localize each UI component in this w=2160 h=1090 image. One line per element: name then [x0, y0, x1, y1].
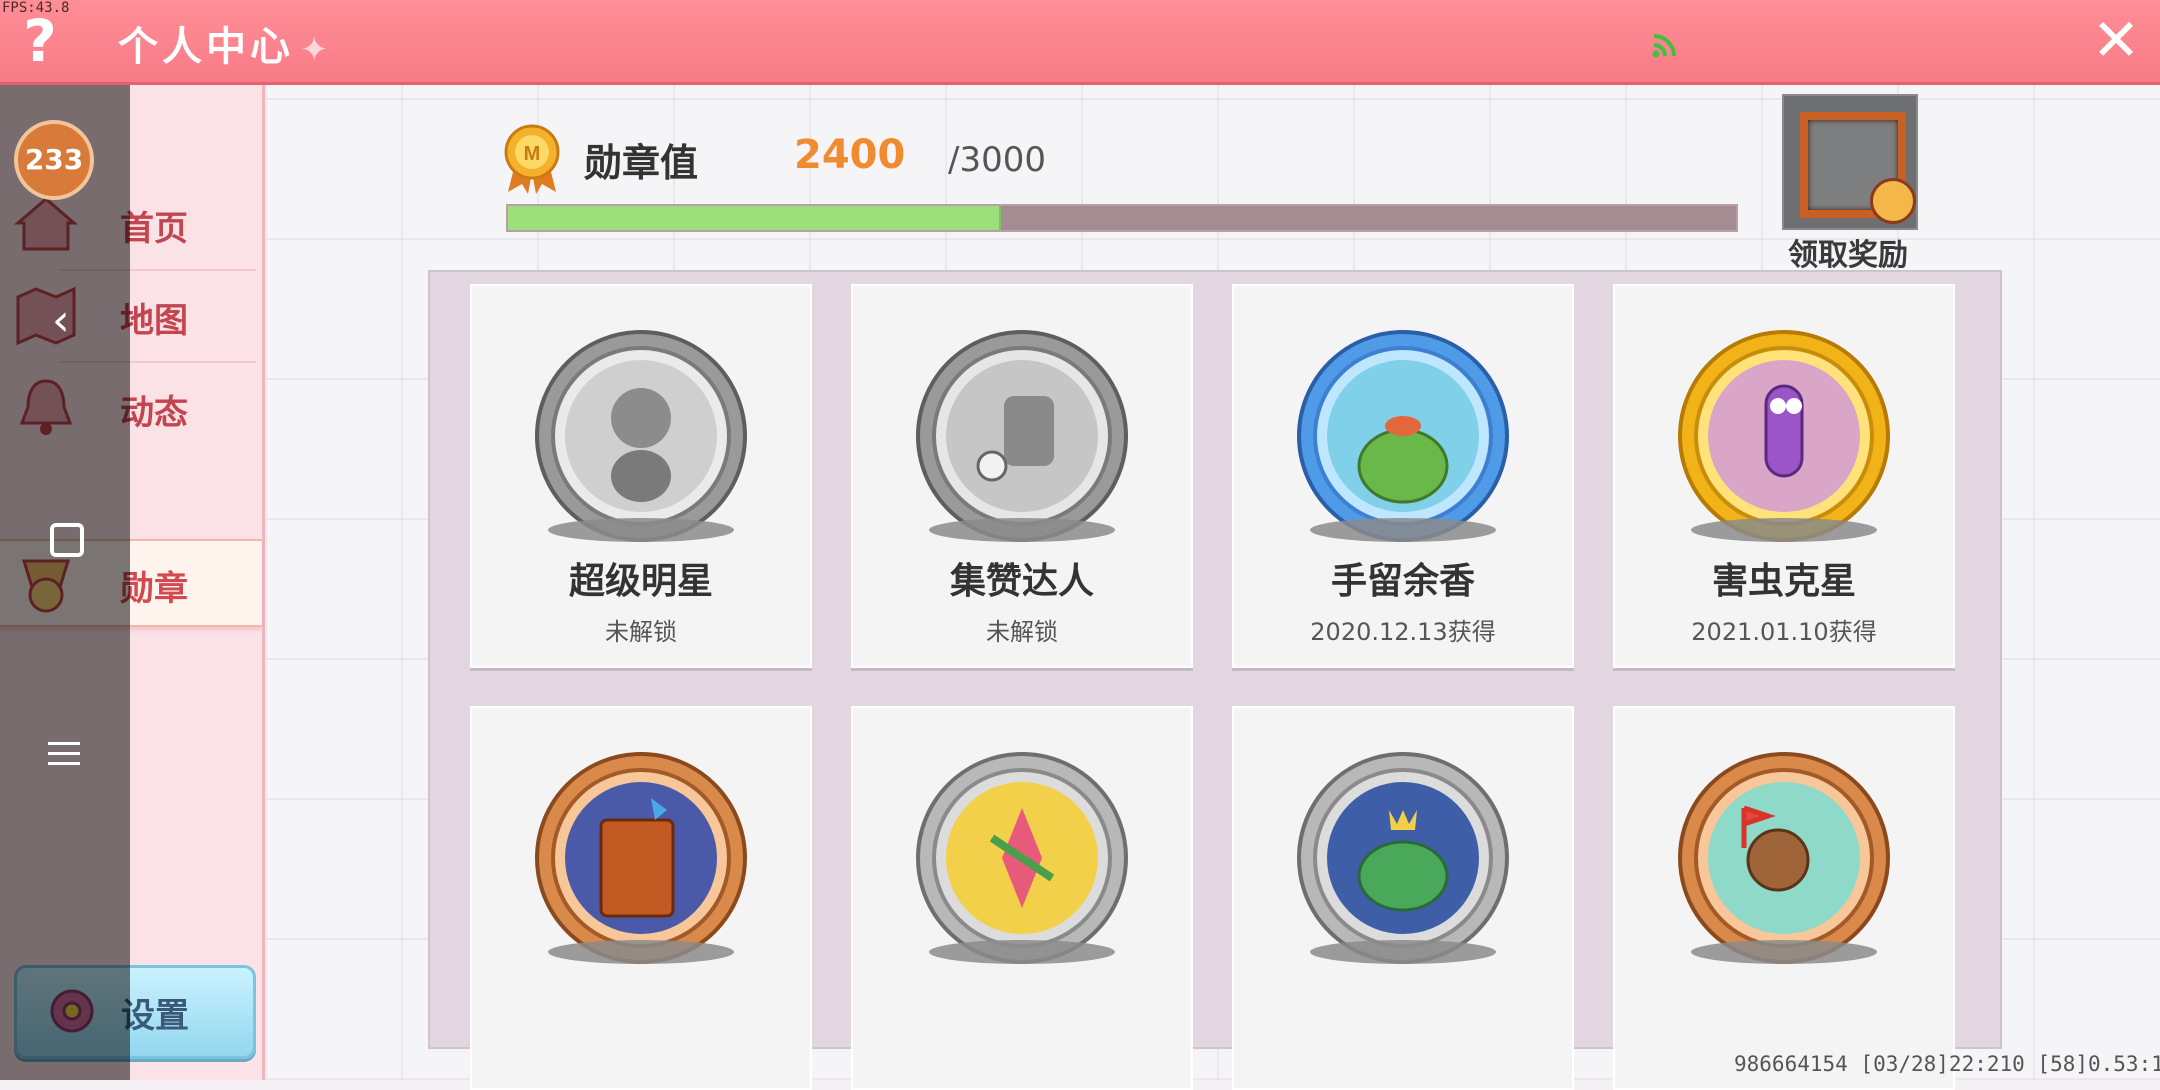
medal-value-label: 勋章值	[584, 141, 699, 185]
badge-name: 手留余香	[1330, 561, 1475, 602]
badge-shadow	[929, 940, 1115, 964]
medal-value-icon: M	[504, 124, 560, 194]
home-nav-icon[interactable]	[50, 523, 84, 557]
badge-medal-icon	[535, 330, 747, 542]
medal-progress-fill	[508, 206, 1002, 230]
badge-grid: 超级明星 未解锁 集赞达人 未解锁 手留余香 2020.12.13获得 害虫克星…	[428, 270, 2002, 1090]
badge-shadow	[1691, 940, 1877, 964]
badge-medal-icon	[916, 752, 1128, 964]
badge-shadow	[929, 518, 1115, 542]
medal-value-max: /3000	[948, 140, 1046, 180]
badge-card[interactable]: 集赞达人 未解锁	[851, 284, 1193, 668]
badge-card[interactable]	[470, 706, 812, 1090]
badge-medal-icon	[1678, 330, 1890, 542]
settings-label: 设置	[121, 996, 189, 1036]
close-button[interactable]: ✕	[2088, 11, 2144, 69]
badge-card[interactable]: 超级明星 未解锁	[470, 284, 812, 668]
sidebar-item-label: 勋章	[120, 569, 188, 609]
page-title: 个人中心	[118, 24, 294, 70]
badge-card[interactable]: 手留余香 2020.12.13获得	[1232, 284, 1574, 668]
reward-decoration-icon	[1870, 178, 1916, 224]
badge-status: 2020.12.13获得	[1310, 618, 1496, 646]
sidebar-item-label: 动态	[120, 393, 188, 433]
badge-medal-icon	[1297, 330, 1509, 542]
reward-avatar-frame[interactable]	[1782, 94, 1918, 230]
level-badge: 233	[14, 120, 94, 200]
medal-progress-bar	[506, 204, 1738, 232]
badge-name: 集赞达人	[949, 561, 1094, 602]
sidebar-item-label: 首页	[120, 209, 188, 249]
badge-status: 未解锁	[986, 618, 1058, 646]
menu-nav-icon[interactable]	[48, 735, 80, 772]
badge-shadow	[548, 940, 734, 964]
medal-value-current: 2400	[794, 132, 906, 178]
sidebar-item-label: 地图	[120, 301, 188, 341]
badge-name: 超级明星	[568, 561, 713, 602]
svg-text:M: M	[524, 143, 541, 165]
badge-shadow	[1310, 940, 1496, 964]
badge-status: 未解锁	[605, 618, 677, 646]
back-nav-icon[interactable]: ‹	[52, 295, 70, 346]
badge-name: 害虫克星	[1711, 561, 1856, 602]
badge-medal-icon	[1678, 752, 1890, 964]
badge-shadow	[548, 518, 734, 542]
badge-card[interactable]	[1613, 706, 1955, 1090]
fps-counter: FPS:43.8	[2, 0, 70, 16]
wifi-signal-icon	[1652, 34, 1676, 58]
badge-medal-icon	[535, 752, 747, 964]
badge-medal-icon	[1297, 752, 1509, 964]
system-navigation-bar: ‹	[0, 85, 130, 1080]
title-bar: ? 个人中心 ✦ ✕	[0, 0, 2160, 85]
sparkle-decoration-icon: ✦	[300, 30, 329, 70]
badge-shadow	[1310, 518, 1496, 542]
badge-medal-icon	[916, 330, 1128, 542]
badge-shadow	[1691, 518, 1877, 542]
debug-footer-info: 986664154 [03/28]22:210 [58]0.53:1	[1734, 1052, 2160, 1076]
badge-card[interactable]	[851, 706, 1193, 1090]
badge-status: 2021.01.10获得	[1691, 618, 1877, 646]
claim-reward-label[interactable]: 领取奖励	[1788, 230, 1908, 274]
badge-card[interactable]: 害虫克星 2021.01.10获得	[1613, 284, 1955, 668]
badge-card[interactable]	[1232, 706, 1574, 1090]
